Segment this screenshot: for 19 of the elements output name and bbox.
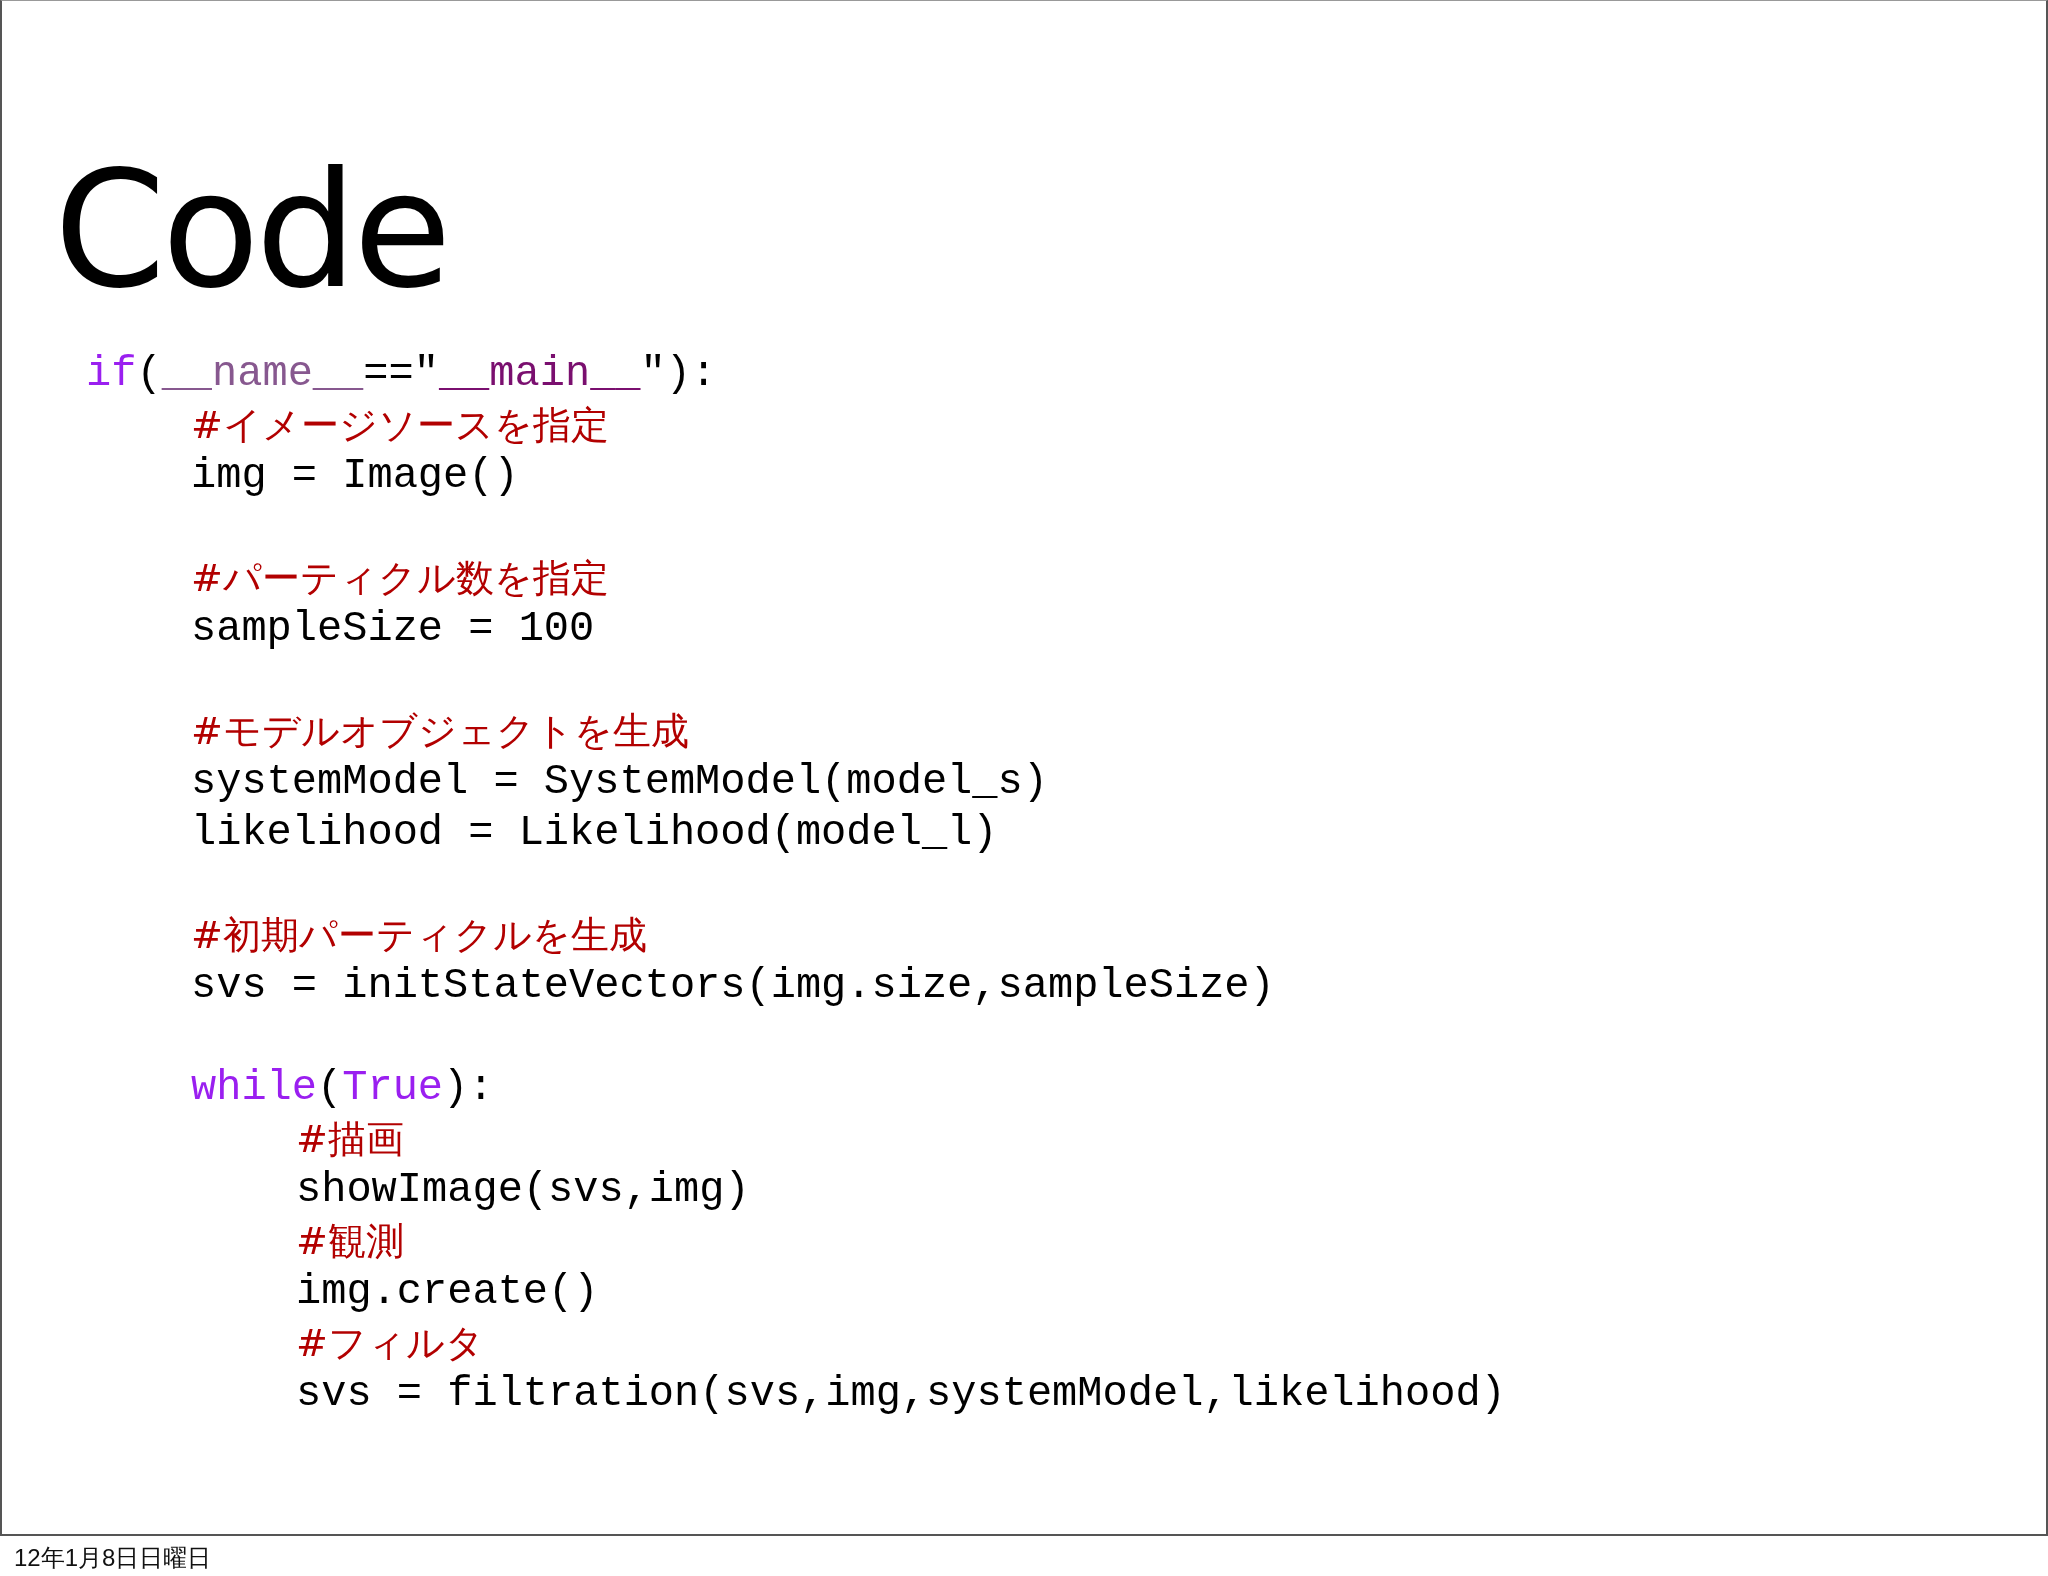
code-comment: #パーティクル数を指定	[191, 555, 609, 602]
code-line: likelihood = Likelihood(model_l)	[191, 808, 998, 859]
date-label: 12年1月8日日曜日	[13, 1543, 212, 1573]
code-comment: #イメージソースを指定	[191, 402, 609, 449]
code-line: img = Image()	[191, 451, 519, 502]
code-comment: #描画	[296, 1116, 404, 1163]
code-comment: #初期パーティクルを生成	[191, 912, 647, 959]
slide-title: Code	[54, 151, 448, 311]
code-line: if(__name__=="__main__"):	[86, 349, 717, 400]
code-line: svs = filtration(svs,img,systemModel,likelihood)	[296, 1369, 1506, 1420]
code-line: while(True):	[191, 1063, 494, 1114]
code-comment: #モデルオブジェクトを生成	[191, 708, 689, 755]
code-line: img.create()	[296, 1267, 599, 1318]
code-line: svs = initStateVectors(img.size,sampleSize)	[191, 961, 1275, 1012]
code-comment: #観測	[296, 1218, 404, 1265]
code-line: sampleSize = 100	[191, 604, 595, 655]
code-comment: #フィルタ	[296, 1320, 484, 1367]
code-line: systemModel = SystemModel(model_s)	[191, 757, 1048, 808]
code-line: showImage(svs,img)	[296, 1165, 750, 1216]
